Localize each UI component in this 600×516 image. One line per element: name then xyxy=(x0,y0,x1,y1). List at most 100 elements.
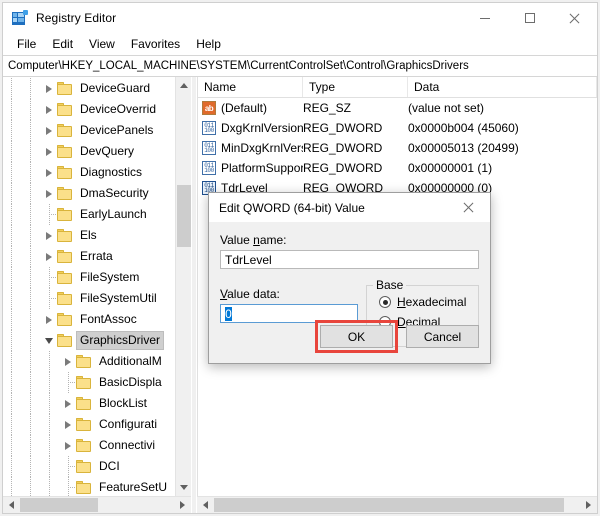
tree-item-label: FontAssoc xyxy=(80,312,137,326)
dialog-button-row: OK Cancel xyxy=(315,320,479,353)
tree-item-additionalm[interactable]: AdditionalM xyxy=(3,351,191,372)
menu-file[interactable]: File xyxy=(9,35,44,53)
tree-item-diagnostics[interactable]: Diagnostics xyxy=(3,162,191,183)
value-row[interactable]: ab (Default) REG_SZ (value not set) xyxy=(198,98,597,118)
minimize-button[interactable] xyxy=(462,3,507,33)
tree-item-featuresetu[interactable]: FeatureSetU xyxy=(3,477,191,496)
minimize-icon xyxy=(479,17,490,19)
tree-expander-button[interactable] xyxy=(60,435,76,456)
tree-item-filesystemutil[interactable]: FileSystemUtil xyxy=(3,288,191,309)
chevron-up-icon xyxy=(179,83,188,88)
menu-help[interactable]: Help xyxy=(188,35,229,53)
tree-horizontal-scrollbar[interactable] xyxy=(3,496,191,513)
tree-expander-button[interactable] xyxy=(41,225,57,246)
values-hscroll-left-button[interactable] xyxy=(197,497,214,513)
tree-leaf-connector xyxy=(60,456,76,477)
tree-item-label-box: DevQuery xyxy=(77,143,137,160)
tree-item-dmasecurity[interactable]: DmaSecurity xyxy=(3,183,191,204)
ok-button[interactable]: OK xyxy=(320,325,393,348)
values-hscroll-thumb[interactable] xyxy=(214,498,564,512)
tree-item-fontassoc[interactable]: FontAssoc xyxy=(3,309,191,330)
chevron-left-icon xyxy=(203,501,208,509)
column-header-data[interactable]: Data xyxy=(408,77,597,97)
tree-expander-button[interactable] xyxy=(41,309,57,330)
tree-expander-button[interactable] xyxy=(41,246,57,267)
tree-item-blocklist[interactable]: BlockList xyxy=(3,393,191,414)
tree-vertical-scrollbar[interactable] xyxy=(175,77,191,496)
tree-item-connectivi[interactable]: Connectivi xyxy=(3,435,191,456)
address-bar[interactable]: Computer\HKEY_LOCAL_MACHINE\SYSTEM\Curre… xyxy=(3,55,597,77)
values-hscroll-track[interactable] xyxy=(214,497,580,513)
column-header-type[interactable]: Type xyxy=(303,77,408,97)
tree-item-label-box: BlockList xyxy=(96,395,150,412)
tree-item-label-box: DeviceOverrid xyxy=(77,101,159,118)
cancel-button[interactable]: Cancel xyxy=(406,325,479,348)
tree-item-label: Errata xyxy=(80,249,113,263)
tree-expander-button[interactable] xyxy=(41,183,57,204)
tree-indent-guide xyxy=(22,456,41,477)
column-header-name[interactable]: Name xyxy=(198,77,303,97)
value-name-input[interactable]: TdrLevel xyxy=(220,250,479,269)
chevron-right-icon xyxy=(46,105,52,114)
tree-indent-guide xyxy=(41,435,60,456)
tree-scroll-down-button[interactable] xyxy=(176,479,191,496)
dialog-close-button[interactable] xyxy=(446,193,490,222)
tree-item-els[interactable]: Els xyxy=(3,225,191,246)
tree-leaf-connector xyxy=(60,372,76,393)
tree-item-earlylaunch[interactable]: EarlyLaunch xyxy=(3,204,191,225)
maximize-icon xyxy=(524,13,535,23)
tree-item-deviceguard[interactable]: DeviceGuard xyxy=(3,78,191,99)
registry-tree[interactable]: DeviceGuard DeviceOverrid DevicePanels DevQ… xyxy=(3,77,191,496)
values-horizontal-scrollbar[interactable] xyxy=(197,496,597,513)
tree-item-label-box: Els xyxy=(77,227,100,244)
value-data-cell: 0x00000001 (1) xyxy=(408,161,493,175)
tree-indent-guide xyxy=(41,351,60,372)
tree-expander-button[interactable] xyxy=(41,99,57,120)
tree-item-devicepanels[interactable]: DevicePanels xyxy=(3,120,191,141)
close-icon xyxy=(463,202,474,213)
close-button[interactable] xyxy=(552,3,597,33)
tree-expander-button[interactable] xyxy=(60,414,76,435)
menu-view[interactable]: View xyxy=(81,35,123,53)
tree-expander-button[interactable] xyxy=(41,330,57,351)
tree-expander-button[interactable] xyxy=(60,351,76,372)
tree-item-devquery[interactable]: DevQuery xyxy=(3,141,191,162)
tree-leaf-connector xyxy=(41,288,57,309)
value-data-cell: 0x0000b004 (45060) xyxy=(408,121,519,135)
tree-item-deviceoverrid[interactable]: DeviceOverrid xyxy=(3,99,191,120)
menu-edit[interactable]: Edit xyxy=(44,35,81,53)
tree-hscroll-left-button[interactable] xyxy=(3,497,20,513)
tree-expander-button[interactable] xyxy=(41,162,57,183)
tree-expander-button[interactable] xyxy=(41,78,57,99)
tree-expander-button[interactable] xyxy=(41,120,57,141)
tree-indent-guide xyxy=(22,330,41,351)
value-row[interactable]: 011100 MinDxgKrnlVersi...REG_DWORD 0x00005… xyxy=(198,138,597,158)
tree-item-configurati[interactable]: Configurati xyxy=(3,414,191,435)
tree-hscroll-track[interactable] xyxy=(20,497,174,513)
tree-item-dci[interactable]: DCI xyxy=(3,456,191,477)
menu-favorites[interactable]: Favorites xyxy=(123,35,188,53)
tree-item-basicdispla[interactable]: BasicDispla xyxy=(3,372,191,393)
value-row[interactable]: 011 100 DxgKrnlVersion REG_DWORD 0x0000b004 … xyxy=(198,118,597,138)
tree-indent-guide xyxy=(3,351,22,372)
dword-value-icon: 011 100 xyxy=(202,141,216,155)
tree-item-label-box: DeviceGuard xyxy=(77,80,153,97)
tree-item-filesystem[interactable]: FileSystem xyxy=(3,267,191,288)
tree-item-errata[interactable]: Errata xyxy=(3,246,191,267)
radio-hexadecimal[interactable]: Hexadecimal xyxy=(379,292,470,312)
tree-scroll-up-button[interactable] xyxy=(176,77,191,94)
tree-item-graphicsdriver[interactable]: GraphicsDriver xyxy=(3,330,191,351)
tree-hscroll-right-button[interactable] xyxy=(174,497,191,513)
caption-button-group xyxy=(462,3,597,33)
tree-expander-button[interactable] xyxy=(60,393,76,414)
tree-indent-guide xyxy=(3,393,22,414)
value-row[interactable]: 011100 PlatformSuppor...REG_DWORD 0x000000… xyxy=(198,158,597,178)
tree-expander-button[interactable] xyxy=(41,141,57,162)
window-title: Registry Editor xyxy=(36,11,117,25)
tree-indent-guide xyxy=(3,372,22,393)
maximize-button[interactable] xyxy=(507,3,552,33)
values-hscroll-right-button[interactable] xyxy=(580,497,597,513)
tree-scroll-thumb[interactable] xyxy=(177,185,191,247)
tree-hscroll-thumb[interactable] xyxy=(20,498,98,512)
folder-icon xyxy=(57,82,72,95)
